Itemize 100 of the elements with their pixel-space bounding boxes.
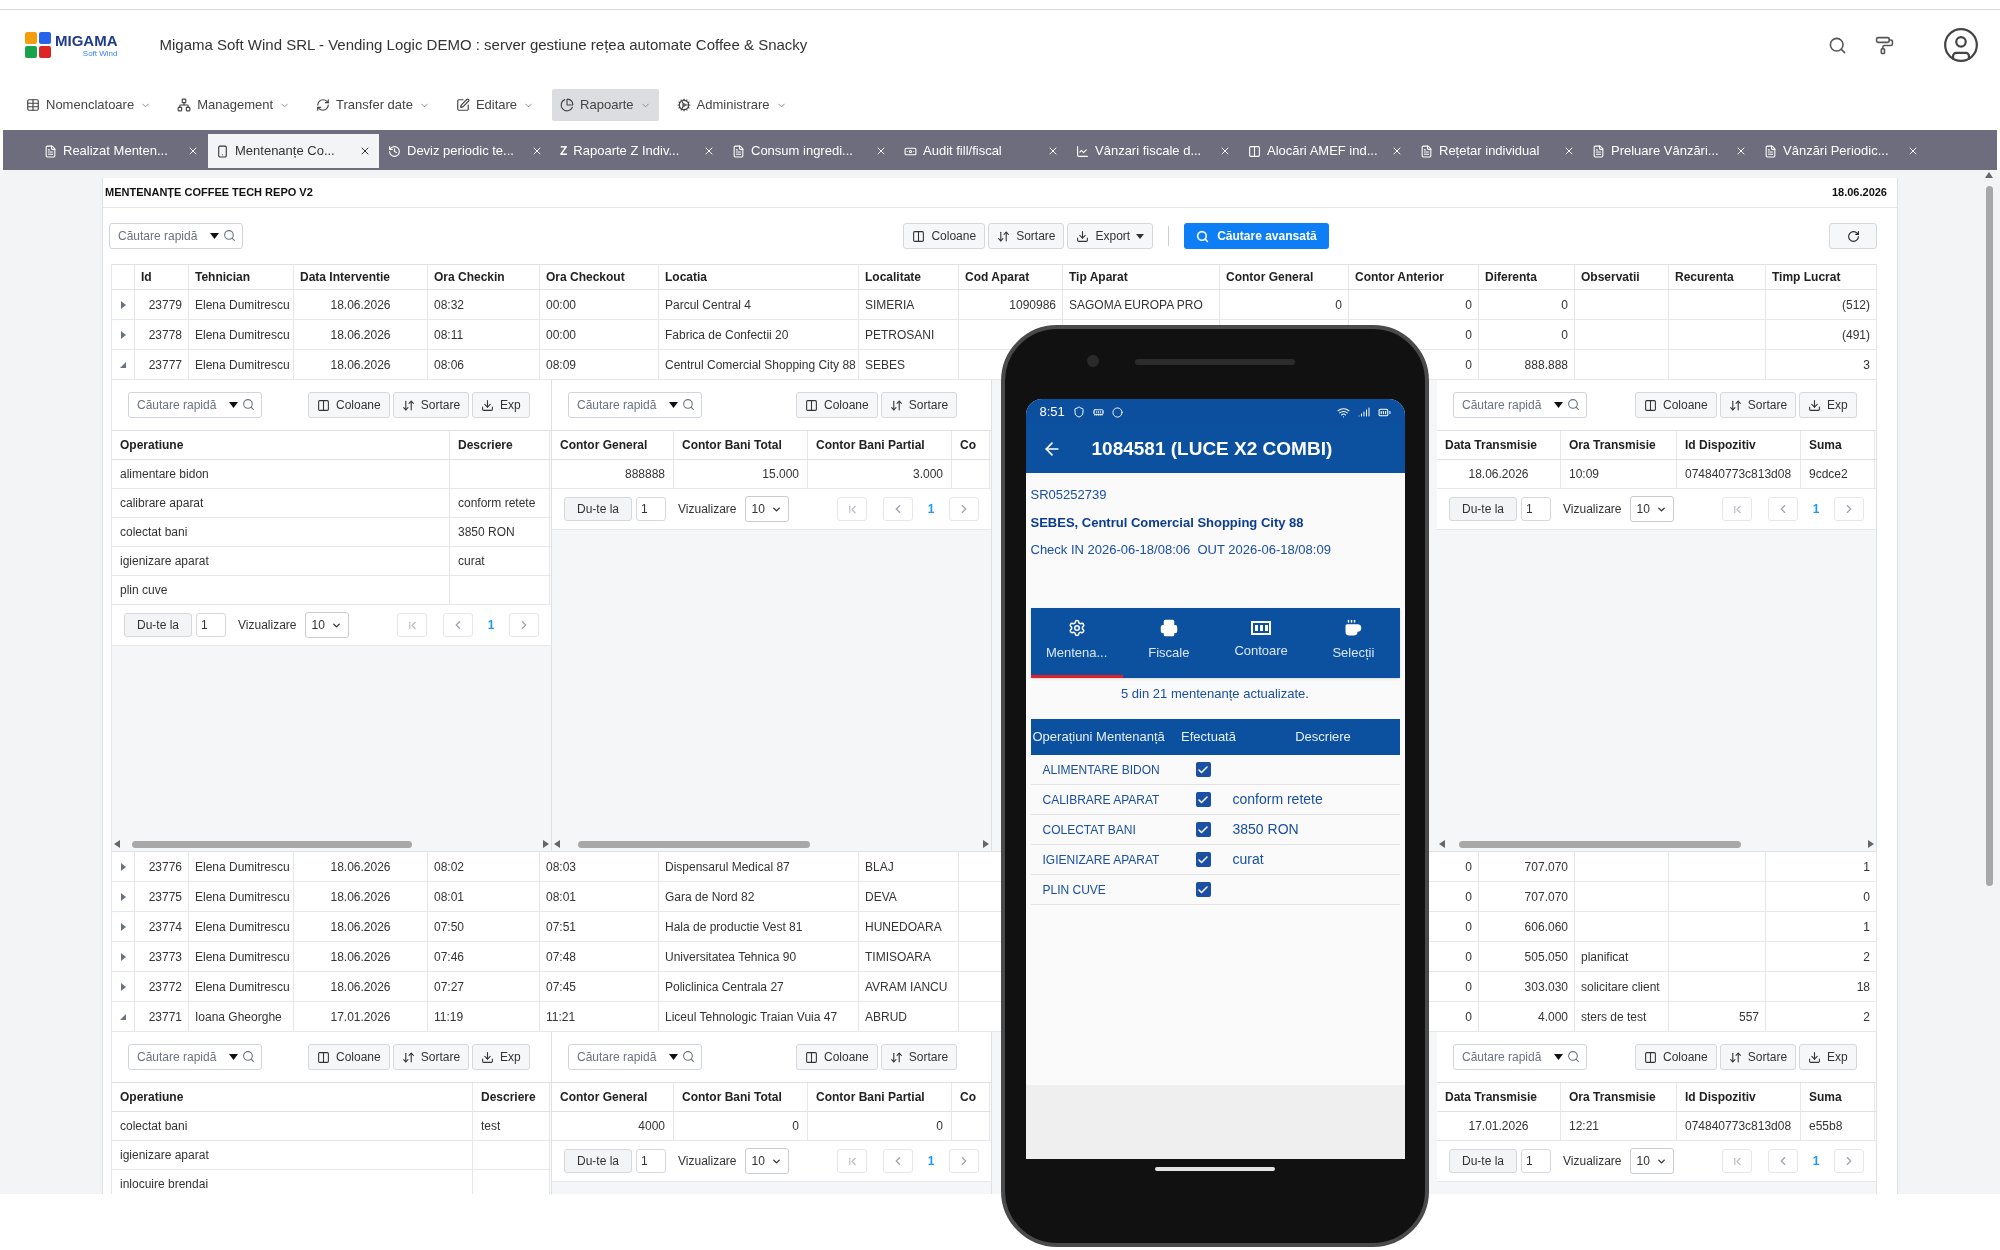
document-tab[interactable]: Rețetar individual <box>1412 134 1583 168</box>
menu-item[interactable]: Transfer date <box>308 89 438 121</box>
app-tab[interactable]: Mentena... <box>1030 607 1123 678</box>
sort-button[interactable]: Sortare <box>880 1044 958 1070</box>
menu-item[interactable]: Nomenclatoare <box>18 89 160 121</box>
sort-button[interactable]: Sortare <box>392 392 470 418</box>
column-header[interactable]: Suma <box>1801 1083 1875 1111</box>
column-header[interactable]: Observatii <box>1575 265 1669 289</box>
page-input[interactable]: 1 <box>636 1149 667 1173</box>
page-size-select[interactable]: 10 <box>744 1148 789 1174</box>
page-input[interactable]: 1 <box>196 613 227 637</box>
document-tab[interactable]: Mentenanțe Co... <box>208 134 379 168</box>
column-header[interactable]: Ora Transmisie <box>1561 1083 1677 1111</box>
column-header[interactable]: Tip Aparat <box>1063 265 1220 289</box>
column-header[interactable]: Contor General <box>552 431 674 459</box>
menu-item[interactable]: Editare <box>447 89 543 121</box>
column-header[interactable]: Tehnician <box>189 265 294 289</box>
column-header[interactable]: Id Dispozitiv <box>1677 1083 1801 1111</box>
column-header[interactable]: Suma <box>1801 431 1875 459</box>
document-tab[interactable]: Vânzari fiscale d... <box>1068 134 1239 168</box>
column-header[interactable]: Locatia <box>659 265 859 289</box>
page-size-select[interactable]: 10 <box>744 496 789 522</box>
document-tab[interactable]: Alocări AMEF ind... <box>1240 134 1411 168</box>
sort-button[interactable]: Sortare <box>880 392 958 418</box>
document-tab[interactable]: Vânzări Periodic... <box>1756 134 1927 168</box>
document-tab[interactable]: Consum ingredi... <box>724 134 895 168</box>
table-cell-text: 08:01 <box>546 888 577 906</box>
page-input[interactable]: 1 <box>636 497 667 521</box>
columns-button[interactable]: Coloane <box>1635 1044 1717 1070</box>
search-field[interactable]: Căutare rapidă <box>128 1044 262 1070</box>
column-header[interactable]: Localitate <box>859 265 959 289</box>
page-size-select[interactable]: 10 <box>1629 1148 1674 1174</box>
app-tab[interactable]: Fiscale <box>1122 607 1215 678</box>
columns-button[interactable]: Coloane <box>308 392 390 418</box>
column-header[interactable]: Contor Bani Total <box>674 1083 808 1111</box>
column-header[interactable]: Descriere <box>450 431 550 459</box>
column-header[interactable]: Co <box>952 1083 990 1111</box>
columns-button[interactable]: Coloane <box>796 392 878 418</box>
search-field[interactable]: Căutare rapidă <box>1453 392 1587 418</box>
columns-button[interactable]: Coloane <box>308 1044 390 1070</box>
column-header[interactable]: Ora Checkin <box>428 265 540 289</box>
columns-button[interactable]: Coloane <box>1635 392 1717 418</box>
column-header[interactable]: Data Interventie <box>294 265 428 289</box>
document-tab[interactable]: Realizat Menten... <box>36 134 207 168</box>
columns-button[interactable]: Coloane <box>903 223 986 249</box>
column-header[interactable]: Contor General <box>552 1083 674 1111</box>
export-button[interactable]: Exp <box>1799 1044 1857 1070</box>
page-size-select[interactable]: 10 <box>1629 496 1674 522</box>
column-header[interactable]: Contor Bani Total <box>674 431 808 459</box>
search-field[interactable]: Căutare rapidă <box>568 1044 702 1070</box>
column-header[interactable]: Data Transmisie <box>1437 431 1561 459</box>
column-header[interactable]: Id Dispozitiv <box>1677 431 1801 459</box>
column-header[interactable]: Descriere <box>473 1083 550 1111</box>
advanced-search-button[interactable]: Căutare avansată <box>1184 223 1329 249</box>
go-to-button[interactable]: Du-te la <box>124 613 193 637</box>
search-field[interactable]: Căutare rapidă <box>1453 1044 1587 1070</box>
column-header[interactable]: Contor General <box>1220 265 1349 289</box>
column-header[interactable]: Contor Anterior <box>1349 265 1479 289</box>
document-tab[interactable]: Audit fill/fiscal <box>896 134 1067 168</box>
export-button[interactable]: Export <box>1067 223 1154 249</box>
sort-button[interactable]: Sortare <box>1719 392 1797 418</box>
columns-button[interactable]: Coloane <box>796 1044 878 1070</box>
column-header[interactable]: Recurenta <box>1669 265 1766 289</box>
page-size-select[interactable]: 10 <box>304 612 349 638</box>
column-header[interactable]: Operatiune <box>112 431 450 459</box>
document-tab[interactable]: Preluare Vânzări... <box>1584 134 1755 168</box>
menu-item[interactable]: Management <box>169 89 299 121</box>
go-to-button[interactable]: Du-te la <box>1449 1149 1518 1173</box>
menu-item[interactable]: Administrare <box>668 89 795 121</box>
column-header[interactable]: Ora Transmisie <box>1561 431 1677 459</box>
column-header[interactable]: Contor Bani Partial <box>808 1083 952 1111</box>
go-to-button[interactable]: Du-te la <box>564 497 633 521</box>
app-tab[interactable]: Selecții <box>1307 607 1400 678</box>
column-header[interactable]: Cod Aparat <box>959 265 1063 289</box>
column-header: Descriere <box>1294 728 1352 747</box>
column-header[interactable]: Contor Bani Partial <box>808 431 952 459</box>
go-to-button[interactable]: Du-te la <box>564 1149 633 1173</box>
column-header[interactable]: Ora Checkout <box>540 265 659 289</box>
document-tab[interactable]: Deviz periodic te... <box>380 134 551 168</box>
page-input[interactable]: 1 <box>1521 1149 1552 1173</box>
column-header[interactable]: Data Transmisie <box>1437 1083 1561 1111</box>
menu-item[interactable]: Rapoarte <box>552 89 659 121</box>
sort-button[interactable]: Sortare <box>988 223 1065 249</box>
app-tab[interactable]: Contoare <box>1215 607 1308 678</box>
export-button[interactable]: Exp <box>472 392 530 418</box>
search-field[interactable]: Căutare rapidă <box>568 392 702 418</box>
document-tab[interactable]: Z Rapoarte Z Indiv... <box>552 134 723 168</box>
column-header[interactable]: Diferenta <box>1479 265 1575 289</box>
sort-button[interactable]: Sortare <box>392 1044 470 1070</box>
column-header[interactable]: Co <box>952 431 990 459</box>
sort-button[interactable]: Sortare <box>1719 1044 1797 1070</box>
go-to-button[interactable]: Du-te la <box>1449 497 1518 521</box>
search-field[interactable]: Căutare rapidă <box>109 223 243 249</box>
column-header[interactable]: Timp Lucrat <box>1766 265 1877 289</box>
export-button[interactable]: Exp <box>472 1044 530 1070</box>
search-field[interactable]: Căutare rapidă <box>128 392 262 418</box>
column-header[interactable]: Operatiune <box>112 1083 473 1111</box>
page-input[interactable]: 1 <box>1521 497 1552 521</box>
column-header[interactable]: Id <box>135 265 189 289</box>
export-button[interactable]: Exp <box>1799 392 1857 418</box>
